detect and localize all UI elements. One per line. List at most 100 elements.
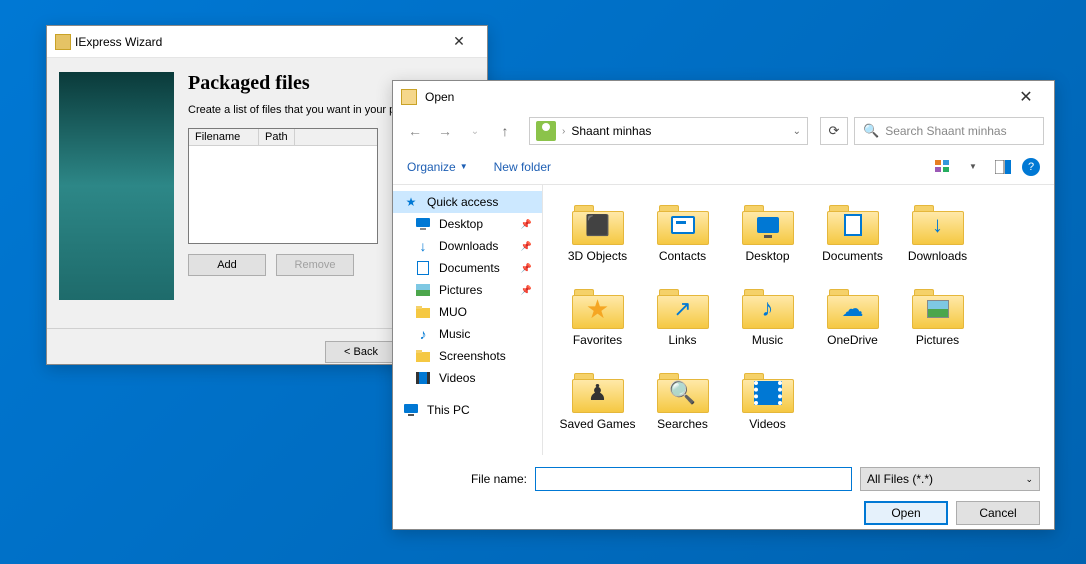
sidebar-item-label: Screenshots xyxy=(439,349,506,363)
preview-pane-icon[interactable] xyxy=(992,156,1014,178)
folder-icon xyxy=(742,371,794,413)
search-input[interactable]: 🔍 Search Shaant minhas xyxy=(854,117,1044,145)
folder-downloads[interactable]: ↓ Downloads xyxy=(895,203,980,287)
close-icon[interactable]: ✕ xyxy=(1006,87,1046,107)
folder-icon xyxy=(912,287,964,329)
user-folder-icon xyxy=(536,121,556,141)
nav-back-icon[interactable]: ← xyxy=(403,119,427,143)
wizard-title: IExpress Wizard xyxy=(71,35,439,49)
recent-locations-icon[interactable]: ⌄ xyxy=(463,119,487,143)
quick-access-icon: ★ xyxy=(403,194,419,210)
folder-onedrive[interactable]: ☁OneDrive xyxy=(810,287,895,371)
folder-links[interactable]: ↗Links xyxy=(640,287,725,371)
screenshots-icon xyxy=(415,348,431,364)
folder-music[interactable]: ♪Music xyxy=(725,287,810,371)
cloud-icon: ☁ xyxy=(839,295,867,323)
folder-label: Searches xyxy=(657,417,708,431)
filename-label: File name: xyxy=(407,472,527,486)
folder-label: Contacts xyxy=(659,249,706,263)
opendlg-titlebar[interactable]: Open ✕ xyxy=(393,81,1054,113)
sidebar-item-label: Pictures xyxy=(439,283,482,297)
folder-favorites[interactable]: ★Favorites xyxy=(555,287,640,371)
col-path[interactable]: Path xyxy=(259,129,295,145)
pin-icon: 📌 xyxy=(521,241,532,252)
downloads-icon: ↓ xyxy=(415,238,431,254)
folder-icon xyxy=(657,203,709,245)
folder-searches[interactable]: 🔍 Searches xyxy=(640,371,725,455)
folder-label: Favorites xyxy=(573,333,622,347)
sidebar-item-videos[interactable]: Videos xyxy=(393,367,542,389)
sidebar-item-label: Music xyxy=(439,327,470,341)
folder-label: Videos xyxy=(749,417,785,431)
folder-icon: ⬛ xyxy=(572,203,624,245)
cancel-button[interactable]: Cancel xyxy=(956,501,1040,525)
chevron-down-icon[interactable]: ▼ xyxy=(962,156,984,178)
down-icon: ↓ xyxy=(924,211,952,239)
sidebar: ★ Quick access Desktop📌↓Downloads📌Docume… xyxy=(393,185,543,455)
folder-label: Documents xyxy=(822,249,883,263)
sidebar-item-label: Videos xyxy=(439,371,475,385)
refresh-icon[interactable]: ⟳ xyxy=(820,117,848,145)
footer-buttons: Open Cancel xyxy=(407,501,1040,525)
new-folder-button[interactable]: New folder xyxy=(494,160,551,174)
sidebar-item-screenshots[interactable]: Screenshots xyxy=(393,345,542,367)
folder-icon: ↗ xyxy=(657,287,709,329)
close-icon[interactable]: ✕ xyxy=(439,33,479,50)
opendlg-app-icon xyxy=(401,89,417,105)
pin-icon: 📌 xyxy=(521,219,532,230)
add-button[interactable]: Add xyxy=(188,254,266,276)
col-filename[interactable]: Filename xyxy=(189,129,259,145)
folder-3d-objects[interactable]: ⬛3D Objects xyxy=(555,203,640,287)
sidebar-item-muo[interactable]: MUO xyxy=(393,301,542,323)
sidebar-item-documents[interactable]: Documents📌 xyxy=(393,257,542,279)
nav-forward-icon[interactable]: → xyxy=(433,119,457,143)
folder-icon: ♟ xyxy=(572,371,624,413)
wizard-titlebar[interactable]: IExpress Wizard ✕ xyxy=(47,26,487,58)
opendlg-title: Open xyxy=(417,90,1006,104)
filename-row: File name: All Files (*.*) ⌄ xyxy=(407,467,1040,491)
sidebar-item-label: Quick access xyxy=(427,195,498,209)
pin-icon: 📌 xyxy=(521,263,532,274)
nav-up-icon[interactable]: ↑ xyxy=(493,119,517,143)
sidebar-quick-access[interactable]: ★ Quick access xyxy=(393,191,542,213)
monitor-icon xyxy=(754,211,782,239)
file-grid[interactable]: ⬛3D Objects Contacts Desktop Documents ↓ Down… xyxy=(543,185,1054,455)
help-icon[interactable]: ? xyxy=(1022,158,1040,176)
sidebar-item-label: Downloads xyxy=(439,239,498,253)
videos-icon xyxy=(415,370,431,386)
film-icon xyxy=(754,379,782,407)
sidebar-item-desktop[interactable]: Desktop📌 xyxy=(393,213,542,235)
this-pc-icon xyxy=(403,402,419,418)
folder-icon xyxy=(827,203,879,245)
sidebar-this-pc[interactable]: This PC xyxy=(393,399,542,421)
filename-input[interactable] xyxy=(535,467,852,491)
breadcrumb[interactable]: Shaant minhas xyxy=(571,124,786,138)
folder-label: Desktop xyxy=(745,249,789,263)
folder-saved-games[interactable]: ♟Saved Games xyxy=(555,371,640,455)
address-bar[interactable]: › Shaant minhas ⌄ xyxy=(529,117,808,145)
folder-icon: ↓ xyxy=(912,203,964,245)
back-button[interactable]: < Back xyxy=(325,341,397,363)
wizard-file-list[interactable]: Filename Path xyxy=(188,128,378,244)
folder-icon: ☁ xyxy=(827,287,879,329)
remove-button: Remove xyxy=(276,254,354,276)
folder-label: Downloads xyxy=(908,249,967,263)
search-icon: 🔍 xyxy=(669,379,697,407)
folder-pictures[interactable]: Pictures xyxy=(895,287,980,371)
opendlg-navbar: ← → ⌄ ↑ › Shaant minhas ⌄ ⟳ 🔍 Search Sha… xyxy=(393,113,1054,149)
breadcrumb-sep-icon[interactable]: › xyxy=(562,126,565,137)
organize-menu[interactable]: Organize ▼ xyxy=(407,160,468,174)
view-options-icon[interactable] xyxy=(932,156,954,178)
sidebar-item-music[interactable]: ♪ Music xyxy=(393,323,542,345)
music-icon: ♪ xyxy=(415,326,431,342)
folder-contacts[interactable]: Contacts xyxy=(640,203,725,287)
folder-desktop[interactable]: Desktop xyxy=(725,203,810,287)
sidebar-item-pictures[interactable]: Pictures📌 xyxy=(393,279,542,301)
sidebar-item-downloads[interactable]: ↓ Downloads 📌 xyxy=(393,235,542,257)
folder-videos[interactable]: Videos xyxy=(725,371,810,455)
search-placeholder: Search Shaant minhas xyxy=(885,124,1006,138)
chevron-down-icon[interactable]: ⌄ xyxy=(793,126,801,137)
file-type-filter[interactable]: All Files (*.*) ⌄ xyxy=(860,467,1040,491)
open-button[interactable]: Open xyxy=(864,501,948,525)
folder-documents[interactable]: Documents xyxy=(810,203,895,287)
